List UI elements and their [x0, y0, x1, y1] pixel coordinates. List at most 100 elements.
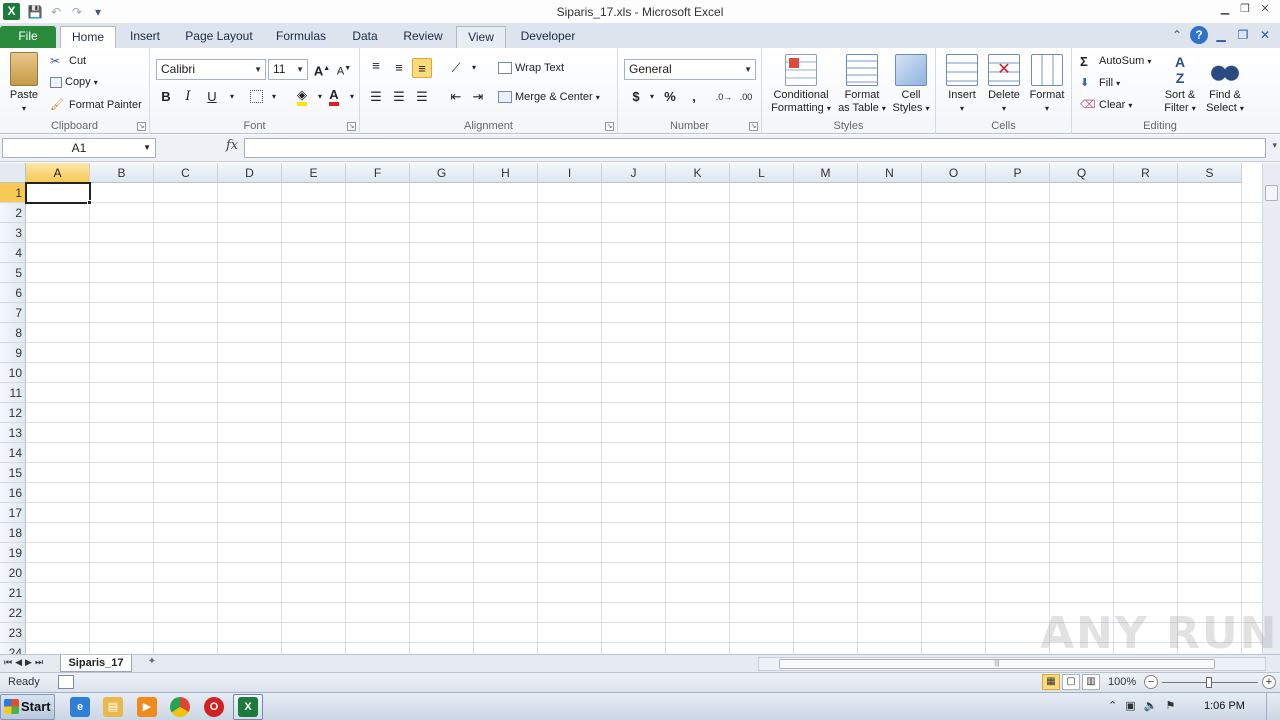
autosum-button[interactable]: Σ AutoSum ▾ [1080, 54, 1151, 69]
tab-review[interactable]: Review [398, 26, 448, 48]
sort-filter-button[interactable]: AZ Sort & Filter ▾ [1160, 54, 1200, 115]
row-header-9[interactable]: 9 [0, 343, 26, 363]
row-header-20[interactable]: 20 [0, 563, 26, 583]
wrap-text-button[interactable]: Wrap Text [498, 62, 564, 75]
column-header-h[interactable]: H [474, 163, 538, 183]
workbook-minimize-icon[interactable]: ▁ [1212, 26, 1230, 44]
align-center-icon[interactable]: ☰ [389, 87, 409, 107]
horizontal-scrollbar[interactable]: ||| [758, 657, 1266, 671]
tab-insert[interactable]: Insert [122, 26, 168, 48]
column-header-k[interactable]: K [666, 163, 730, 183]
insert-cells-button[interactable]: Insert ▾ [942, 54, 982, 115]
row-header-22[interactable]: 22 [0, 603, 26, 623]
row-header-7[interactable]: 7 [0, 303, 26, 323]
row-header-6[interactable]: 6 [0, 283, 26, 303]
shrink-font-button[interactable]: A▼ [334, 59, 354, 79]
next-sheet-icon[interactable]: ▶ [25, 657, 32, 668]
column-header-a[interactable]: A [26, 163, 90, 183]
align-left-icon[interactable]: ☰ [366, 87, 386, 107]
normal-view-icon[interactable]: ▦ [1042, 674, 1060, 690]
borders-button[interactable] [246, 87, 266, 107]
media-player-icon[interactable]: ▶ [137, 697, 157, 717]
orientation-dropdown-icon[interactable]: ▾ [464, 58, 484, 78]
restore-icon[interactable]: ❐ [1236, 2, 1254, 18]
excel-taskbar-icon[interactable]: X [238, 697, 258, 717]
column-header-d[interactable]: D [218, 163, 282, 183]
fill-button[interactable]: ⬇ Fill ▾ [1080, 76, 1120, 90]
tab-formulas[interactable]: Formulas [270, 26, 332, 48]
macro-record-icon[interactable] [58, 675, 74, 689]
close-icon[interactable]: ✕ [1256, 2, 1274, 18]
borders-dropdown-icon[interactable]: ▾ [264, 87, 284, 107]
workbook-restore-icon[interactable]: ❐ [1234, 26, 1252, 44]
cell-grid[interactable] [26, 183, 1262, 654]
zoom-slider[interactable]: − + [1144, 675, 1276, 691]
currency-dropdown-icon[interactable]: ▾ [642, 87, 662, 107]
font-size-combo[interactable]: 11 ▼ [268, 59, 308, 80]
cut-button[interactable]: ✂ Cut [50, 54, 86, 68]
align-middle-icon[interactable]: ≡ [389, 58, 409, 78]
name-box[interactable]: A1 ▼ [2, 138, 156, 158]
merge-center-button[interactable]: Merge & Center ▾ [498, 91, 600, 104]
row-header-17[interactable]: 17 [0, 503, 26, 523]
tab-view[interactable]: View [456, 26, 506, 48]
column-header-p[interactable]: P [986, 163, 1050, 183]
row-header-8[interactable]: 8 [0, 323, 26, 343]
dialog-launcher-icon[interactable]: ↘ [749, 122, 758, 131]
comma-button[interactable]: , [684, 87, 704, 107]
column-header-m[interactable]: M [794, 163, 858, 183]
horizontal-scroll-thumb[interactable]: ||| [779, 659, 1215, 669]
dialog-launcher-icon[interactable]: ↘ [605, 122, 614, 131]
zoom-slider-knob[interactable] [1206, 677, 1212, 688]
active-cell[interactable] [25, 182, 91, 204]
last-sheet-icon[interactable]: ⏭ [35, 657, 43, 668]
column-header-s[interactable]: S [1178, 163, 1242, 183]
clear-button[interactable]: ⌫ Clear ▾ [1080, 98, 1132, 112]
insert-function-icon[interactable]: fx [226, 138, 238, 153]
column-header-b[interactable]: B [90, 163, 154, 183]
tab-developer[interactable]: Developer [514, 26, 582, 48]
help-icon[interactable]: ? [1190, 26, 1208, 44]
orientation-icon[interactable]: ⟋ [446, 58, 466, 78]
first-sheet-icon[interactable]: ⏮ [4, 657, 12, 668]
file-explorer-icon[interactable]: ▤ [103, 697, 123, 717]
align-top-icon[interactable]: ≡ [366, 56, 386, 76]
italic-button[interactable]: I [178, 87, 198, 107]
network-icon[interactable]: ▣ [1125, 699, 1135, 712]
font-color-button[interactable]: A [324, 85, 344, 106]
fill-handle[interactable] [87, 200, 92, 205]
decrease-decimal-icon[interactable]: .00 [736, 87, 756, 107]
tray-expand-icon[interactable]: ⌃ [1108, 699, 1117, 712]
volume-icon[interactable]: 🔈 [1144, 699, 1158, 712]
column-header-q[interactable]: Q [1050, 163, 1114, 183]
insert-sheet-icon[interactable]: ✦ [140, 656, 164, 671]
row-header-19[interactable]: 19 [0, 543, 26, 563]
decrease-indent-icon[interactable]: ⇤ [446, 87, 466, 107]
align-bottom-icon[interactable]: ≡ [412, 58, 432, 78]
row-header-3[interactable]: 3 [0, 223, 26, 243]
column-header-c[interactable]: C [154, 163, 218, 183]
number-format-combo[interactable]: General ▼ [624, 59, 756, 80]
opera-icon[interactable]: O [204, 697, 224, 717]
row-header-5[interactable]: 5 [0, 263, 26, 283]
row-header-21[interactable]: 21 [0, 583, 26, 603]
start-button[interactable]: Start [0, 694, 55, 720]
page-break-view-icon[interactable]: ▥ [1082, 674, 1100, 690]
internet-explorer-icon[interactable]: e [70, 697, 90, 717]
font-color-dropdown-icon[interactable]: ▾ [342, 87, 362, 107]
taskbar-clock[interactable]: 1:06 PM [1204, 700, 1245, 712]
sheet-tab-siparis-17[interactable]: Siparis_17 [60, 655, 132, 672]
expand-formula-bar-icon[interactable]: ▾ [1272, 140, 1277, 151]
row-header-12[interactable]: 12 [0, 403, 26, 423]
column-header-e[interactable]: E [282, 163, 346, 183]
dialog-launcher-icon[interactable]: ↘ [347, 122, 356, 131]
column-header-r[interactable]: R [1114, 163, 1178, 183]
underline-button[interactable]: U [202, 87, 222, 107]
column-header-l[interactable]: L [730, 163, 794, 183]
zoom-level[interactable]: 100% [1108, 676, 1136, 688]
show-desktop-button[interactable] [1266, 693, 1280, 720]
column-header-f[interactable]: F [346, 163, 410, 183]
copy-button[interactable]: Copy ▾ [50, 76, 98, 88]
bold-button[interactable]: B [156, 87, 176, 107]
find-select-button[interactable]: Find & Select ▾ [1204, 54, 1246, 115]
